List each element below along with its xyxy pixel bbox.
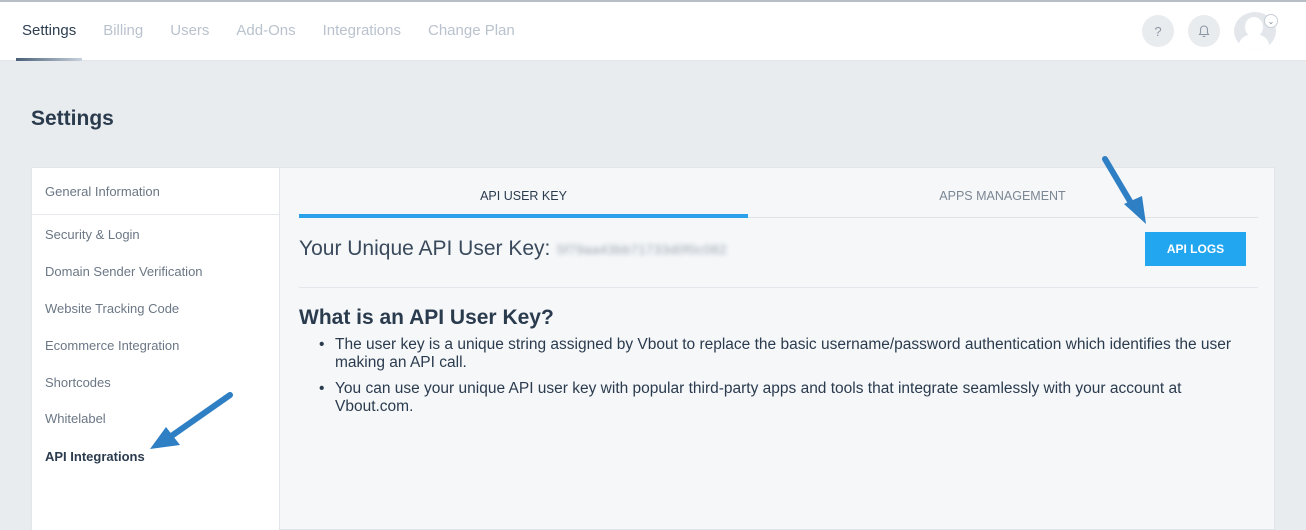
chevron-down-icon[interactable]: ⌄ [1264,14,1278,28]
tab-apps-management[interactable]: APPS MANAGEMENT [778,189,1227,203]
notifications-button[interactable] [1188,15,1220,47]
api-key-row: Your Unique API User Key: 5f79aa43bb7173… [299,232,1258,288]
sidebar-item-general-information[interactable]: General Information [45,184,160,199]
tab-api-user-key[interactable]: API USER KEY [299,189,748,203]
sidebar-item-api-integrations[interactable]: API Integrations [45,449,145,464]
avatar-body-shape [1239,34,1269,50]
api-key-value[interactable]: 5f79aa43bb71733d0f0c082 [557,242,727,257]
api-key-label: Your Unique API User Key: [299,237,551,260]
api-key-info-list: The user key is a unique string assigned… [317,336,1257,424]
help-icon: ? [1154,23,1162,39]
sidebar-item-whitelabel[interactable]: Whitelabel [45,411,106,426]
help-button[interactable]: ? [1142,15,1174,47]
bell-icon [1198,24,1210,37]
nav-settings[interactable]: Settings [15,2,83,61]
nav-integrations[interactable]: Integrations [323,2,401,61]
settings-sidebar: General Information Security & Login Dom… [32,168,280,530]
nav-change-plan[interactable]: Change Plan [428,2,515,61]
nav-users[interactable]: Users [170,2,209,61]
sidebar-item-domain-sender-verification[interactable]: Domain Sender Verification [45,264,203,279]
sidebar-item-website-tracking-code[interactable]: Website Tracking Code [45,301,179,316]
list-item: The user key is a unique string assigned… [317,336,1257,372]
tab-apps-management-label: APPS MANAGEMENT [939,189,1066,203]
active-tab-underline [299,214,748,218]
sidebar-item-shortcodes[interactable]: Shortcodes [45,375,111,390]
api-logs-button[interactable]: API LOGS [1145,232,1246,266]
main-nav: Settings Billing Users Add-Ons Integrati… [0,2,542,61]
top-right-icons: ? ⌄ [1142,12,1278,50]
settings-card: General Information Security & Login Dom… [31,167,1275,530]
top-navigation-bar: Settings Billing Users Add-Ons Integrati… [0,0,1306,61]
tab-api-user-key-label: API USER KEY [480,189,567,203]
nav-add-ons[interactable]: Add-Ons [236,2,295,61]
sidebar-item-ecommerce-integration[interactable]: Ecommerce Integration [45,338,179,353]
page-title: Settings [31,107,114,130]
nav-billing[interactable]: Billing [103,2,143,61]
sidebar-item-security-login[interactable]: Security & Login [45,227,140,242]
list-item: You can use your unique API user key wit… [317,380,1257,416]
api-key-info-title: What is an API User Key? [299,306,554,329]
sidebar-divider [32,214,280,215]
api-tabs: API USER KEY APPS MANAGEMENT [299,168,1258,218]
